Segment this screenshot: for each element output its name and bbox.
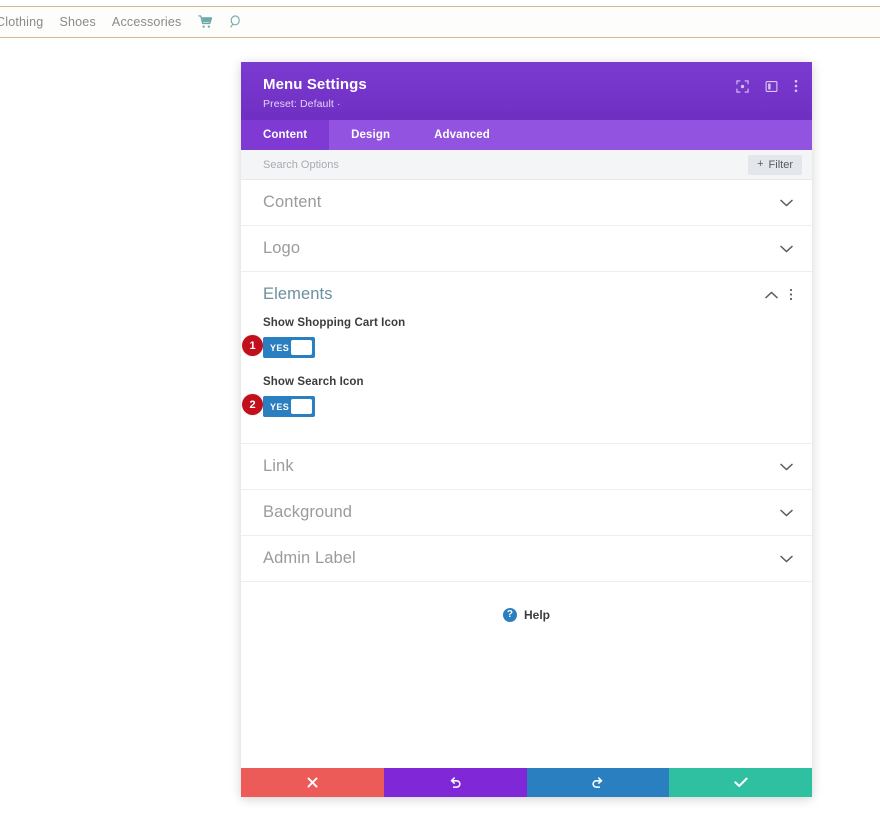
section-content: Content — [241, 180, 812, 226]
section-title: Admin Label — [263, 549, 356, 568]
modal-action-bar — [241, 768, 812, 797]
focus-icon[interactable] — [736, 80, 749, 93]
section-background-header[interactable]: Background — [241, 490, 812, 535]
preset-selector[interactable]: Preset: Default · — [263, 98, 794, 110]
tab-advanced[interactable]: Advanced — [412, 120, 512, 150]
field-show-shopping-cart-icon: Show Shopping Cart Icon 1 YES — [263, 317, 790, 358]
modal-header-icons — [736, 79, 798, 93]
layout-panel-icon[interactable] — [765, 80, 778, 93]
modal-tabs: Content Design Advanced — [241, 120, 812, 150]
toggle-show-search-icon[interactable]: YES — [263, 396, 315, 417]
search-input[interactable] — [263, 159, 563, 171]
toggle-value: YES — [270, 343, 289, 353]
chevron-down-icon[interactable] — [780, 463, 793, 471]
step-badge-2: 2 — [242, 394, 263, 415]
check-icon — [734, 777, 748, 788]
filter-button[interactable]: + Filter — [748, 155, 802, 175]
tab-design[interactable]: Design — [329, 120, 412, 150]
section-elements-body: Show Shopping Cart Icon 1 YES Show Searc… — [241, 317, 812, 443]
section-admin-label-icons — [780, 555, 793, 563]
section-content-header[interactable]: Content — [241, 180, 812, 225]
toggle-knob — [291, 399, 312, 414]
section-title: Link — [263, 457, 294, 476]
shopping-cart-icon[interactable] — [198, 15, 213, 29]
section-title: Elements — [263, 285, 333, 304]
section-logo-icons — [780, 245, 793, 253]
nav-item-shoes[interactable]: Shoes — [59, 15, 95, 29]
tab-content[interactable]: Content — [241, 120, 329, 150]
section-title: Background — [263, 503, 352, 522]
modal-body[interactable]: Content Logo — [241, 180, 812, 768]
search-icon[interactable] — [229, 15, 243, 29]
section-elements: Elements — [241, 272, 812, 444]
chevron-down-icon[interactable] — [780, 199, 793, 207]
field-label: Show Search Icon — [263, 376, 790, 388]
site-nav-items: Clothing Shoes Accessories — [0, 15, 243, 29]
help-row[interactable]: ? Help — [241, 582, 812, 622]
section-link: Link — [241, 444, 812, 490]
section-elements-header[interactable]: Elements — [241, 272, 812, 317]
toggle-wrap-shopping-cart: 1 YES — [263, 337, 315, 358]
toggle-knob — [291, 340, 312, 355]
cancel-button[interactable] — [241, 768, 384, 797]
toggle-show-shopping-cart-icon[interactable]: YES — [263, 337, 315, 358]
section-background-icons — [780, 509, 793, 517]
section-link-icons — [780, 463, 793, 471]
redo-icon — [591, 776, 604, 789]
field-label: Show Shopping Cart Icon — [263, 317, 790, 329]
page-title: Menu Settings — [263, 76, 794, 94]
modal-header: Menu Settings Preset: Default · — [241, 62, 812, 120]
section-admin-label-header[interactable]: Admin Label — [241, 536, 812, 581]
search-options-bar: + Filter — [241, 150, 812, 180]
toggle-wrap-search: 2 YES — [263, 396, 315, 417]
section-content-icons — [780, 199, 793, 207]
help-question-icon[interactable]: ? — [503, 608, 517, 622]
nav-item-clothing[interactable]: Clothing — [0, 15, 43, 29]
close-icon — [307, 777, 318, 788]
save-button[interactable] — [669, 768, 812, 797]
section-elements-icons — [765, 288, 793, 301]
redo-button[interactable] — [527, 768, 670, 797]
toggle-value: YES — [270, 402, 289, 412]
chevron-down-icon[interactable] — [780, 245, 793, 253]
section-logo: Logo — [241, 226, 812, 272]
more-options-icon[interactable] — [794, 79, 798, 93]
filter-button-label: Filter — [769, 159, 793, 171]
menu-settings-modal: Menu Settings Preset: Default · — [241, 62, 812, 797]
section-background: Background — [241, 490, 812, 536]
help-label[interactable]: Help — [524, 608, 550, 622]
section-admin-label: Admin Label — [241, 536, 812, 582]
section-link-header[interactable]: Link — [241, 444, 812, 489]
chevron-down-icon[interactable] — [780, 509, 793, 517]
section-title: Logo — [263, 239, 300, 258]
plus-icon: + — [757, 159, 763, 170]
step-badge-1: 1 — [242, 335, 263, 356]
section-logo-header[interactable]: Logo — [241, 226, 812, 271]
undo-button[interactable] — [384, 768, 527, 797]
nav-item-accessories[interactable]: Accessories — [112, 15, 182, 29]
section-more-options-icon[interactable] — [789, 288, 793, 301]
site-navigation-bar: Clothing Shoes Accessories — [0, 6, 880, 38]
chevron-up-icon[interactable] — [765, 291, 778, 299]
undo-icon — [449, 776, 462, 789]
field-show-search-icon: Show Search Icon 2 YES — [263, 376, 790, 417]
chevron-down-icon[interactable] — [780, 555, 793, 563]
section-title: Content — [263, 193, 322, 212]
